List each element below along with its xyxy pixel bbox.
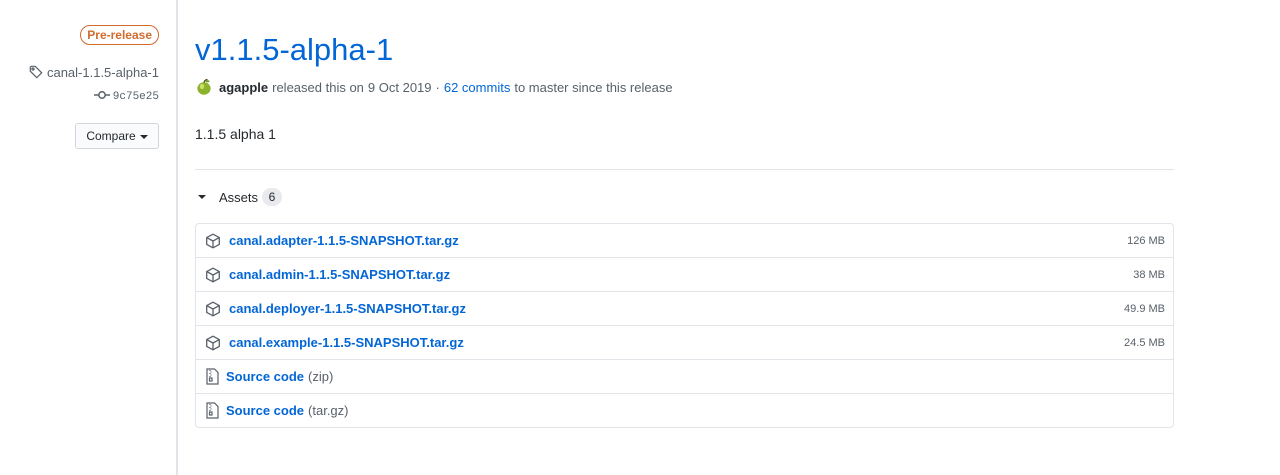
asset-row: canal.deployer-1.1.5-SNAPSHOT.tar.gz 49.… [196, 291, 1173, 325]
commits-suffix: to master since this release [514, 79, 673, 95]
assets-count-badge: 6 [262, 188, 283, 206]
asset-row: canal.example-1.1.5-SNAPSHOT.tar.gz 24.5… [196, 325, 1173, 359]
assets-label: Assets [219, 189, 259, 205]
asset-size: 49.9 MB [1124, 302, 1165, 315]
asset-link[interactable]: canal.example-1.1.5-SNAPSHOT.tar.gz [229, 335, 464, 350]
asset-link[interactable]: canal.deployer-1.1.5-SNAPSHOT.tar.gz [229, 301, 466, 316]
source-zip-link[interactable]: Source code [226, 369, 304, 384]
commits-link[interactable]: 62 commits [444, 80, 510, 95]
package-icon [204, 334, 222, 352]
avatar[interactable] [195, 78, 219, 96]
package-icon [204, 232, 222, 250]
release-meta-sidebar: Pre-release canal-1.1.5-alpha-1 9c75e25 [0, 0, 178, 475]
triangle-down-icon [198, 195, 206, 199]
source-row: Source code (tar.gz) [196, 393, 1173, 427]
compare-button[interactable]: Compare [75, 123, 159, 149]
asset-size: 38 MB [1133, 268, 1165, 281]
package-icon [204, 300, 222, 318]
source-targz-link[interactable]: Source code [226, 403, 304, 418]
git-commit-icon [93, 90, 110, 104]
compare-button-label: Compare [86, 129, 136, 143]
file-zip-icon [204, 368, 220, 386]
package-icon [204, 266, 222, 284]
commit-link[interactable]: 9c75e25 [93, 89, 159, 105]
asset-list: canal.adapter-1.1.5-SNAPSHOT.tar.gz 126 … [195, 223, 1174, 428]
release-title[interactable]: v1.1.5-alpha-1 [195, 30, 393, 70]
release-byline: agapple released this on 9 Oct 2019 · 62… [195, 77, 673, 97]
author-link[interactable]: agapple [219, 80, 268, 95]
separator-dot: · [435, 79, 440, 95]
asset-row: canal.admin-1.1.5-SNAPSHOT.tar.gz 38 MB [196, 257, 1173, 291]
asset-row: canal.adapter-1.1.5-SNAPSHOT.tar.gz 126 … [196, 224, 1173, 257]
asset-link[interactable]: canal.admin-1.1.5-SNAPSHOT.tar.gz [229, 267, 450, 282]
release-notes: 1.1.5 alpha 1 [195, 126, 276, 142]
released-text: released this on [272, 79, 364, 95]
tag-link[interactable]: canal-1.1.5-alpha-1 [29, 63, 159, 81]
source-row: Source code (zip) [196, 359, 1173, 393]
source-targz-ext: (tar.gz) [308, 403, 349, 418]
release-page: Pre-release canal-1.1.5-alpha-1 9c75e25 [0, 0, 1280, 475]
chevron-down-icon [139, 134, 148, 139]
commit-sha: 9c75e25 [112, 91, 159, 103]
asset-link[interactable]: canal.adapter-1.1.5-SNAPSHOT.tar.gz [229, 233, 459, 248]
assets-toggle[interactable]: Assets 6 [198, 187, 283, 207]
asset-size: 126 MB [1127, 234, 1165, 247]
asset-size: 24.5 MB [1124, 336, 1165, 349]
file-zip-icon [204, 402, 220, 420]
tag-name: canal-1.1.5-alpha-1 [46, 64, 159, 80]
prerelease-badge: Pre-release [80, 25, 159, 45]
release-date: 9 Oct 2019 [367, 79, 432, 95]
source-zip-ext: (zip) [308, 369, 334, 384]
divider [195, 169, 1174, 170]
tag-icon [29, 65, 43, 79]
